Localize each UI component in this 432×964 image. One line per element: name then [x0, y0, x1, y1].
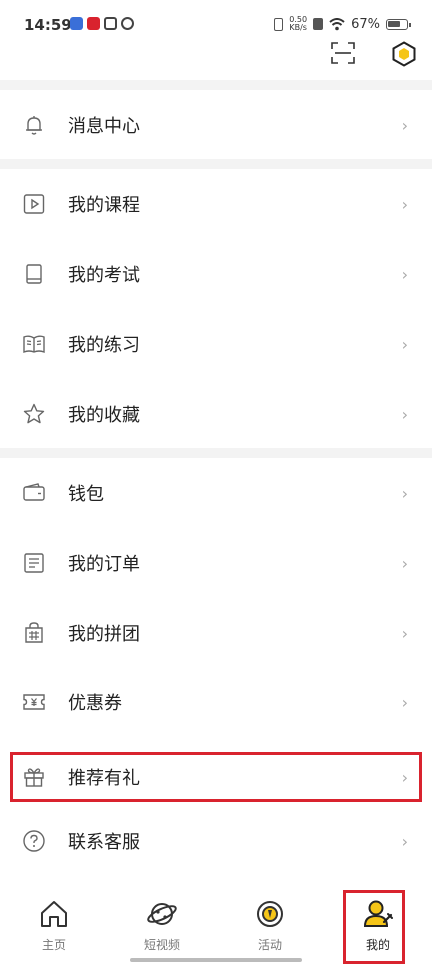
notification-app-icon: [104, 17, 117, 30]
scan-icon[interactable]: [331, 42, 355, 64]
menu-item-orders[interactable]: 我的订单 ›: [0, 528, 432, 598]
menu-item-label: 我的课程: [68, 195, 140, 216]
menu-item-group-buy[interactable]: 我的拼团 ›: [0, 598, 432, 668]
home-icon: [41, 901, 67, 927]
status-app-icons: [70, 17, 134, 30]
help-icon: [23, 830, 45, 852]
tab-short-video[interactable]: 短视频: [108, 880, 216, 964]
menu-item-customer-service[interactable]: 联系客服 ›: [0, 806, 432, 876]
menu-item-label: 消息中心: [68, 116, 140, 137]
battery-percentage: 67%: [351, 16, 380, 32]
coupon-icon: [23, 694, 45, 710]
notification-app-icon: [87, 17, 100, 30]
menu-item-label: 钱包: [68, 484, 104, 505]
hexagon-badge-icon[interactable]: [391, 41, 417, 67]
network-speed: 0.50 KB/s: [289, 16, 307, 32]
menu-item-label: 优惠券: [68, 693, 122, 714]
book-icon: [26, 264, 42, 284]
home-indicator[interactable]: [130, 958, 302, 962]
chevron-right-icon: ›: [401, 831, 408, 851]
menu-item-label: 我的考试: [68, 265, 140, 286]
activity-icon: [257, 901, 283, 927]
chevron-right-icon: ›: [401, 404, 408, 424]
bell-icon: [26, 116, 42, 135]
order-icon: [24, 553, 44, 573]
tab-activity[interactable]: 活动: [216, 880, 324, 964]
status-right: 0.50 KB/s 67%: [274, 16, 411, 32]
sim-icon: [313, 18, 324, 30]
menu-item-wallet[interactable]: 钱包 ›: [0, 458, 432, 528]
play-icon: [23, 194, 45, 214]
section-divider: [0, 159, 432, 169]
menu-item-label: 我的练习: [68, 335, 140, 356]
menu-item-notifications[interactable]: 消息中心 ›: [0, 90, 432, 160]
chevron-right-icon: ›: [401, 692, 408, 712]
star-icon: [23, 403, 45, 424]
planet-icon: [147, 903, 177, 925]
status-time: 14:59: [24, 16, 72, 34]
tab-label: 活动: [257, 938, 282, 952]
menu-item-label: 我的订单: [68, 554, 140, 575]
chevron-right-icon: ›: [401, 264, 408, 284]
section-divider: [0, 80, 432, 90]
chevron-right-icon: ›: [401, 334, 408, 354]
vibrate-icon: [274, 17, 284, 31]
tab-home[interactable]: 主页: [0, 880, 108, 964]
menu-item-exams[interactable]: 我的考试 ›: [0, 239, 432, 309]
open-book-icon: [23, 335, 45, 354]
menu-item-label: 我的拼团: [68, 624, 140, 645]
menu-item-label: 我的收藏: [68, 405, 140, 426]
status-bar: 14:59 0.50 KB/s 67%: [0, 0, 432, 50]
menu-item-courses[interactable]: 我的课程 ›: [0, 169, 432, 239]
wifi-icon: [329, 17, 345, 30]
chevron-right-icon: ›: [401, 483, 408, 503]
highlight-box: [343, 890, 405, 964]
menu-item-coupons[interactable]: 优惠券 ›: [0, 667, 432, 737]
notification-app-icon: [121, 17, 134, 30]
highlight-box: [10, 752, 422, 802]
notification-app-icon: [70, 17, 83, 30]
chevron-right-icon: ›: [401, 194, 408, 214]
section-divider: [0, 448, 432, 458]
menu-item-label: 联系客服: [68, 832, 140, 853]
battery-icon: [386, 18, 411, 30]
group-buy-icon: [25, 622, 43, 643]
tab-label: 主页: [41, 938, 66, 952]
chevron-right-icon: ›: [401, 623, 408, 643]
chevron-right-icon: ›: [401, 115, 408, 135]
tab-label: 短视频: [143, 938, 180, 952]
menu-item-favorites[interactable]: 我的收藏 ›: [0, 379, 432, 449]
wallet-icon: [23, 483, 45, 501]
netspeed-unit: KB/s: [289, 23, 307, 32]
chevron-right-icon: ›: [401, 553, 408, 573]
menu-item-practice[interactable]: 我的练习 ›: [0, 309, 432, 379]
